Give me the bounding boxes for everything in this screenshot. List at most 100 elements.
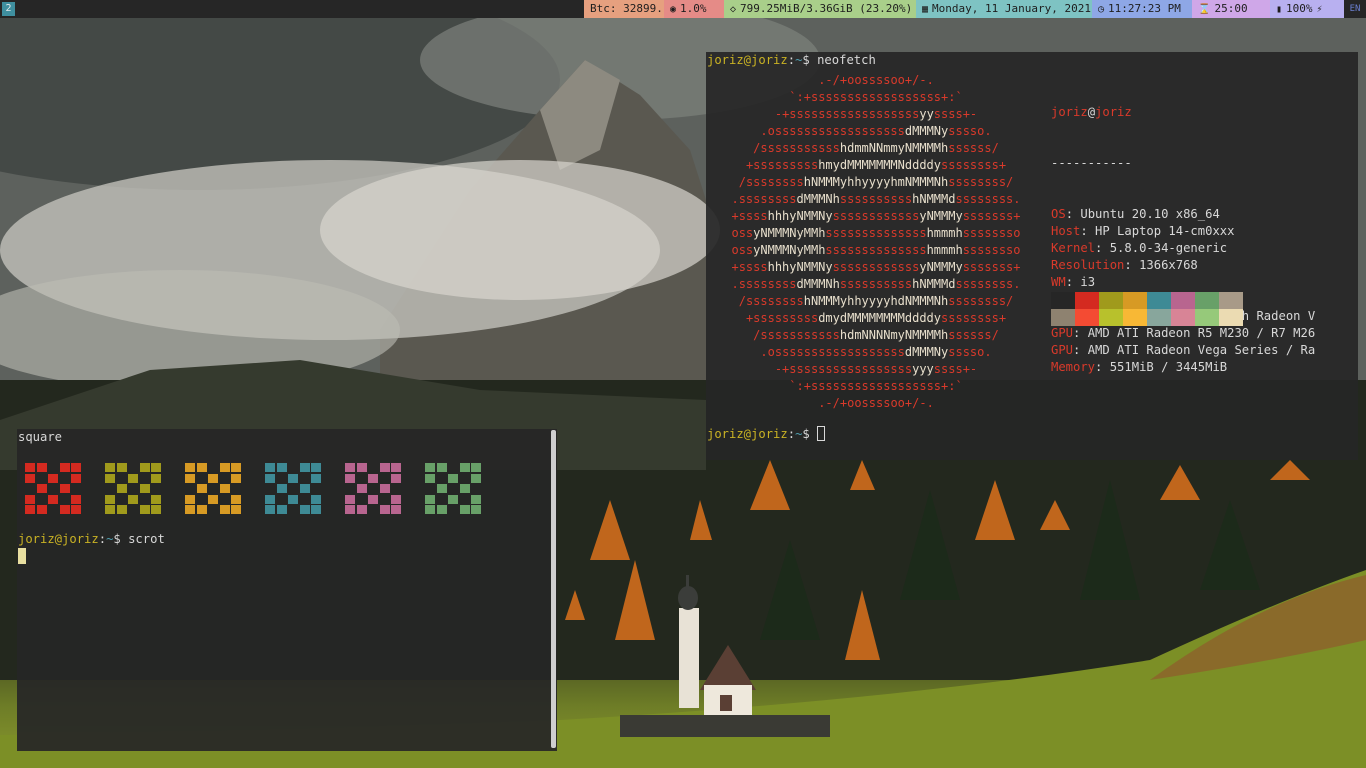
memory-usage-block: ◇ 799.25MiB/3.36GiB (23.20%) [724,0,916,18]
palette-swatch [1147,292,1171,309]
prompt-symbol: $ [113,532,121,546]
date-text: Monday, 11 January, 2021 [932,2,1091,15]
prompt-line[interactable]: joriz@joriz:~$ scrot [18,531,165,548]
info-row: Memory: 551MiB / 3445MiB [1051,360,1228,374]
palette-swatch [1075,292,1099,309]
info-key: Resolution [1051,258,1125,272]
logo-line: ossyNMMMNyMMhsssssssssssssshmmmhssssssso [731,226,1021,240]
info-value: AMD ATI Radeon Vega Series / Ra [1087,343,1316,357]
logo-line: .ssssssssdMMMNhsssssssssshNMMMdssssssss. [731,277,1021,291]
prompt-line-active[interactable]: joriz@joriz:~$ [707,426,826,443]
square-terminal-window[interactable]: square joriz@joriz:~$ scrot [17,429,557,751]
square-output-title: square [18,430,63,444]
logo-line: +ssssssssshmydMMMMMMMNddddyssssssss+ [745,158,1007,172]
memory-icon: ◇ [730,4,737,15]
logo-line: -+ssssssssssssssssssyyssss+- [774,107,978,121]
prompt-user: joriz@joriz [18,532,99,546]
clock-icon: ◷ [1098,4,1105,15]
logo-line: /sssssssshNMMMyhhyyyyhmNMMMNhssssssss/ [738,175,1014,189]
prompt-line: joriz@joriz:~$ neofetch [707,53,876,67]
logo-line: +sssshhhyNMMNyssssssssssssyNMMMysssssss+ [731,260,1021,274]
info-key: Host [1051,224,1081,238]
color-palette-row-2 [1051,309,1243,326]
block-cursor [18,548,26,564]
palette-swatch [1123,309,1147,326]
ubuntu-ascii-logo: .-/+oossssoo+/-. `:+ssssssssssssssssss+:`… [706,72,1046,412]
info-key: GPU [1051,326,1074,340]
palette-swatch [1147,309,1171,326]
info-value: 1366x768 [1139,258,1198,272]
clock-text: 11:27:23 PM [1108,2,1181,15]
palette-swatch [1099,309,1123,326]
info-value: HP Laptop 14-cm0xxx [1095,224,1235,238]
palette-swatch [1123,292,1147,309]
info-title-user: joriz [1051,105,1088,119]
logo-line: `:+ssssssssssssssssss+:` [789,90,963,104]
info-row: OS: Ubuntu 20.10 x86_64 [1051,207,1220,221]
color-square-glyph [345,463,402,514]
keyboard-layout-indicator[interactable]: EN [1344,0,1366,18]
palette-swatch [1099,292,1123,309]
palette-swatch [1051,292,1075,309]
info-key: Kernel [1051,241,1096,255]
cpu-icon: ◉ [670,4,677,15]
info-row: Kernel: 5.8.0-34-generic [1051,241,1228,255]
prompt-symbol: $ [802,427,810,441]
cpu-usage-block: ◉ 1.0% [664,0,724,18]
prompt-symbol: $ [802,53,810,67]
color-square-glyph [105,463,162,514]
battery-text: 100% [1286,2,1313,15]
battery-block: ▮ 100% ⚡ [1270,0,1344,18]
palette-swatch [1195,309,1219,326]
palette-swatch [1195,292,1219,309]
info-row: Resolution: 1366x768 [1051,258,1198,272]
bitcoin-text: Btc: 32899. [590,2,663,15]
logo-line: .ssssssssdMMMNhsssssssssshNMMMdssssssss. [731,192,1021,206]
logo-line: -+sssssssssssssssssyyyssss+- [774,362,978,376]
color-square-glyph [25,463,82,514]
color-square-glyph [265,463,322,514]
color-square-glyph [185,463,242,514]
info-row: GPU: AMD ATI Radeon R5 M230 / R7 M26 [1051,326,1316,340]
info-separator: ----------- [1051,156,1132,170]
info-key: Memory [1051,360,1096,374]
clock-block: ◷ 11:27:23 PM [1092,0,1192,18]
pomodoro-text: 25:00 [1214,2,1248,15]
palette-swatch [1219,309,1243,326]
logo-line: ossyNMMMNyMMhsssssssssssssshmmmhssssssso [731,243,1021,257]
palette-swatch [1171,292,1195,309]
cpu-text: 1.0% [680,2,707,15]
info-value: Ubuntu 20.10 x86_64 [1080,207,1220,221]
logo-line: /ssssssssssshdmNNNNmyNMMMMhssssss/ [753,328,999,342]
palette-swatch [1075,309,1099,326]
info-key: WM [1051,275,1066,289]
logo-line: /sssssssshNMMMyhhyyyyhdNMMMNhssssssss/ [738,294,1014,308]
info-value: AMD ATI Radeon R5 M230 / R7 M26 [1087,326,1316,340]
command-text: scrot [128,532,165,546]
bitcoin-price-block: Btc: 32899. [584,0,664,18]
command-text: neofetch [817,53,876,67]
logo-line: `:+ssssssssssssssssss+:` [789,379,963,393]
hourglass-icon: ⌛ [1198,4,1211,15]
info-value: 551MiB / 3445MiB [1109,360,1228,374]
battery-icon: ▮ [1276,4,1283,15]
status-bar: 2 Btc: 32899. ◉ 1.0% ◇ 799.25MiB/3.36GiB (… [0,0,1366,18]
prompt-user: joriz@joriz [707,427,788,441]
info-key: GPU [1051,343,1074,357]
calendar-icon: ▦ [922,4,929,15]
info-value: 5.8.0-34-generic [1109,241,1228,255]
palette-swatch [1171,309,1195,326]
info-value: i3 [1080,275,1096,289]
info-title-host: joriz [1095,105,1132,119]
neofetch-terminal-window[interactable]: joriz@joriz:~$ neofetch .-/+oossssoo+/-.… [706,52,1358,460]
prompt-user: joriz@joriz [707,53,788,67]
workspace-button[interactable]: 2 [2,2,15,16]
terminal-scrollbar[interactable] [551,430,556,748]
system-info: joriz@joriz ----------- OS: Ubuntu 20.10… [1051,70,1315,410]
logo-line: .ossssssssssssssssssdMMMNysssso. [760,345,992,359]
logo-line: .-/+oossssoo+/-. [818,73,934,87]
info-title-at: @ [1087,105,1096,119]
pomodoro-block: ⌛ 25:00 [1192,0,1270,18]
info-title: joriz@joriz [1051,104,1315,121]
logo-line: +sssshhhyNMMNyssssssssssssyNMMMysssssss+ [731,209,1021,223]
